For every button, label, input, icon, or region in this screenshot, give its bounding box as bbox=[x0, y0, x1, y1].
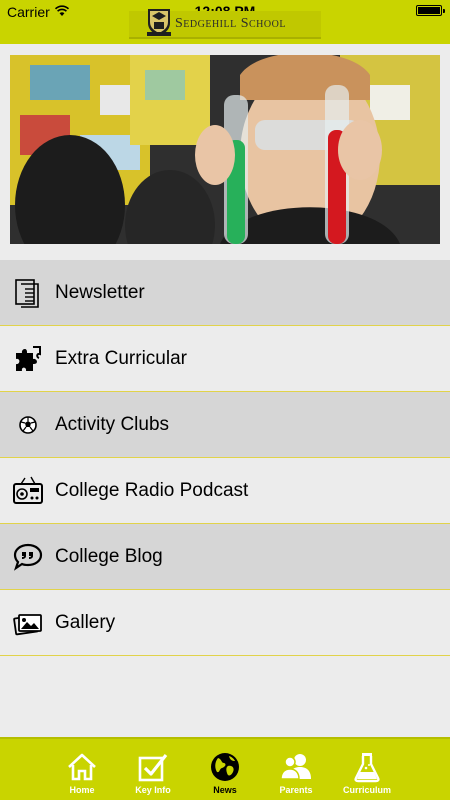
battery-level bbox=[418, 7, 440, 14]
menu-item-activity-clubs[interactable]: Activity Clubs bbox=[0, 392, 450, 458]
radio-icon bbox=[13, 476, 43, 504]
menu-label-gallery: Gallery bbox=[55, 611, 116, 633]
menu-item-college-blog[interactable]: College Blog bbox=[0, 524, 450, 590]
menu-item-college-radio-podcast[interactable]: College Radio Podcast bbox=[0, 458, 450, 524]
news-menu-list: Newsletter Extra Curricular Activity Clu… bbox=[0, 260, 450, 656]
flask-icon bbox=[354, 753, 380, 783]
hero-image bbox=[10, 55, 440, 244]
menu-label-extra-curricular: Extra Curricular bbox=[55, 347, 187, 369]
menu-item-newsletter[interactable]: Newsletter bbox=[0, 260, 450, 326]
checkbox-icon bbox=[138, 754, 168, 782]
menu-label-college-blog: College Blog bbox=[55, 545, 163, 567]
tab-curriculum[interactable]: Curriculum bbox=[337, 739, 397, 800]
document-icon bbox=[15, 279, 39, 308]
globe-icon bbox=[211, 753, 239, 781]
tab-label-home: Home bbox=[69, 785, 95, 795]
menu-label-college-radio-podcast: College Radio Podcast bbox=[55, 479, 249, 501]
tab-label-news: News bbox=[213, 785, 237, 795]
menu-label-newsletter: Newsletter bbox=[55, 281, 145, 303]
bottom-tab-bar: Home Key Info News Parents Curriculum bbox=[0, 737, 450, 800]
tab-news[interactable]: News bbox=[195, 739, 255, 800]
school-name: Sedgehill School bbox=[175, 16, 286, 31]
school-crest-icon bbox=[147, 9, 171, 36]
home-icon bbox=[68, 753, 96, 781]
tab-key-info[interactable]: Key Info bbox=[123, 739, 183, 800]
football-icon bbox=[19, 416, 37, 434]
puzzle-icon bbox=[16, 346, 41, 371]
tab-parents[interactable]: Parents bbox=[266, 739, 326, 800]
menu-item-gallery[interactable]: Gallery bbox=[0, 590, 450, 656]
photos-icon bbox=[13, 614, 42, 636]
battery-icon bbox=[416, 5, 445, 16]
tab-label-curriculum: Curriculum bbox=[342, 785, 391, 795]
menu-label-activity-clubs: Activity Clubs bbox=[55, 413, 170, 435]
speech-bubble-icon bbox=[13, 543, 43, 571]
menu-item-extra-curricular[interactable]: Extra Curricular bbox=[0, 326, 450, 392]
people-icon bbox=[280, 754, 311, 780]
top-bar: Carrier 12:08 PM Sedgehill School bbox=[0, 0, 450, 44]
school-banner: Sedgehill School bbox=[129, 9, 321, 39]
tab-label-key-info: Key Info bbox=[135, 785, 171, 795]
tab-label-parents: Parents bbox=[279, 785, 313, 795]
tab-home[interactable]: Home bbox=[52, 739, 112, 800]
